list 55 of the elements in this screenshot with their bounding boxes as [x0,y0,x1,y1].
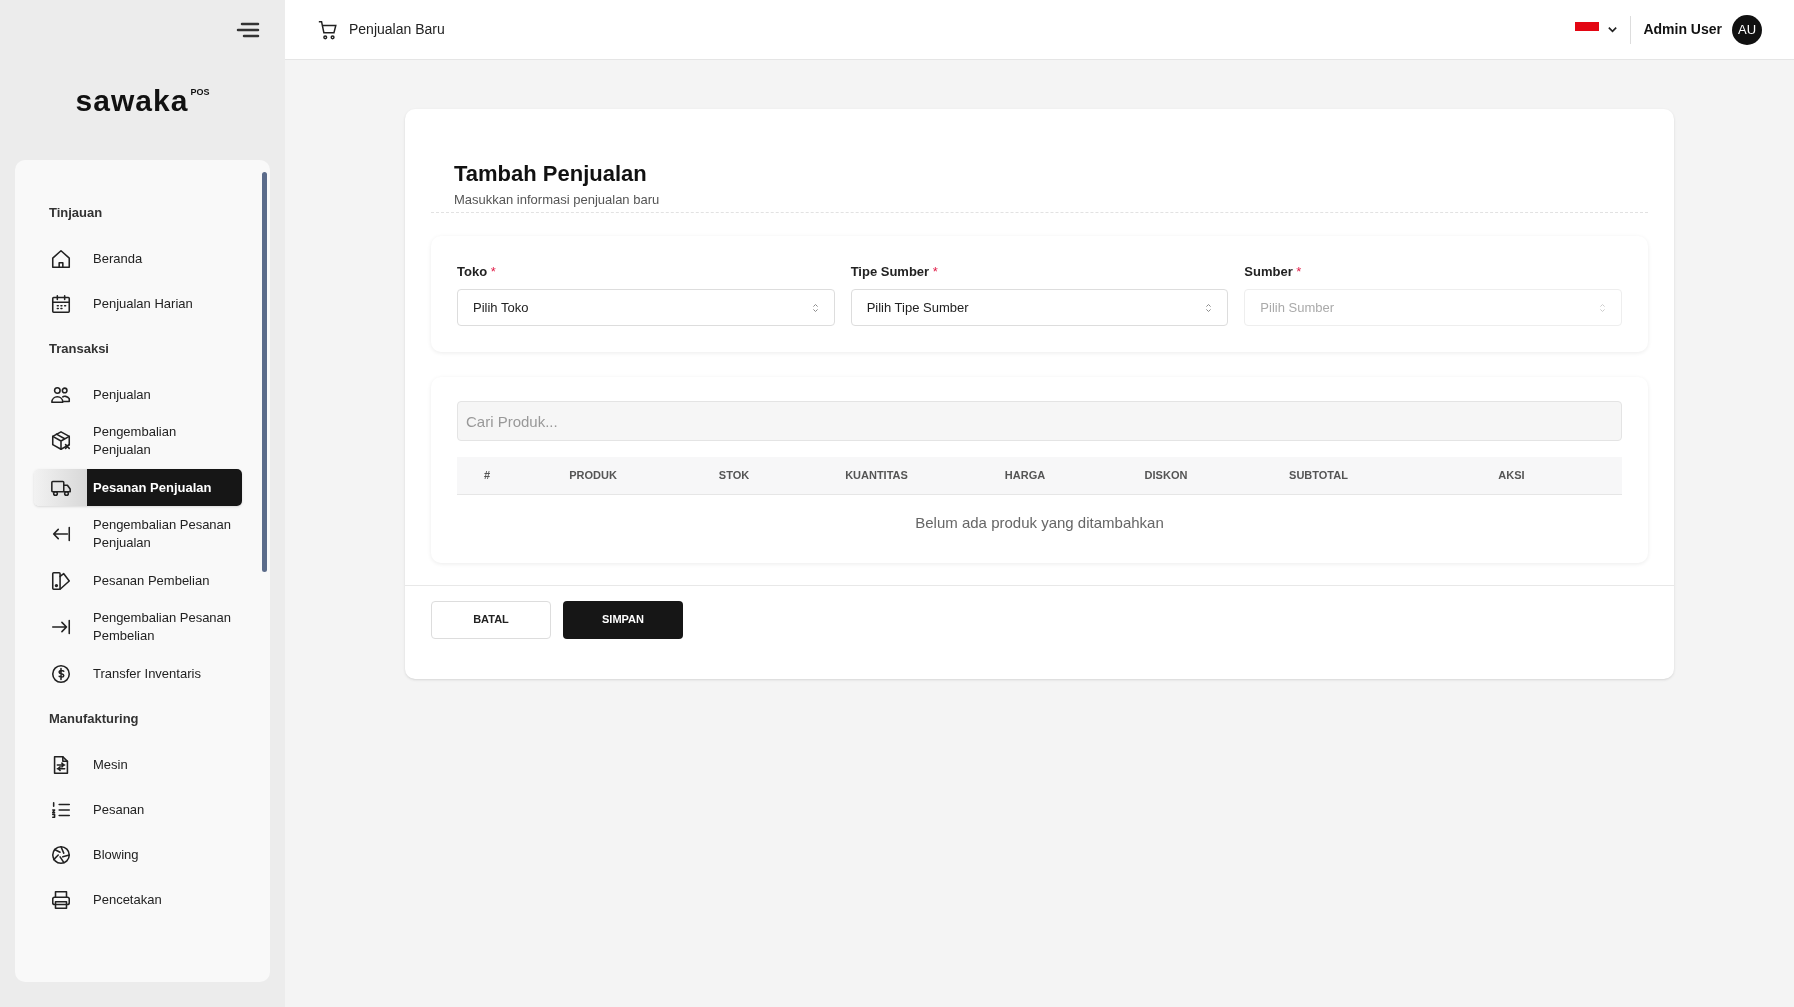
nav-item[interactable]: Pengembalian Pesanan Penjualan [34,510,242,558]
column-header: PRODUK [569,468,617,484]
column-header: SUBTOTAL [1289,468,1348,484]
column-header: # [483,468,491,484]
column-header: STOK [718,468,750,484]
brand-logo: sawaka [75,86,189,116]
nav-item[interactable]: Mesin [34,742,242,787]
cancel-button[interactable]: BATAL [431,600,551,639]
save-button[interactable]: SIMPAN [563,600,683,639]
scrollbar[interactable] [262,172,267,572]
nav-item[interactable]: Blowing [34,832,242,877]
box-x-icon [49,430,72,452]
field-label: Tipe Sumber * [850,262,939,281]
swatch-icon [49,569,72,592]
menu-toggle-icon[interactable] [236,20,260,40]
flag-icon [1575,21,1600,31]
nav-item[interactable]: Pencetakan [34,877,242,922]
nav-item[interactable]: Pesanan [34,787,242,832]
language-selector[interactable] [1575,15,1632,44]
calendar-icon [49,292,72,315]
form-title: Tambah Penjualan [454,160,648,188]
column-header: DISKON [1144,468,1188,484]
product-search-field[interactable]: Cari Produk... [457,401,1622,441]
section-heading: Tinjauan [48,204,104,223]
chevron-down-icon [1607,24,1619,35]
field-label: Toko * [457,262,497,281]
form-subtitle: Masukkan informasi penjualan baru [454,191,661,209]
chevron-up-down-icon [811,302,819,313]
column-header: AKSI [1498,468,1525,484]
home-icon [49,247,72,270]
section-heading: Transaksi [48,340,110,359]
nav-item[interactable]: Transfer Inventaris [34,651,242,696]
aperture-icon [49,843,72,866]
user-name[interactable]: Admin User [1643,19,1722,40]
nav-item[interactable]: Penjualan Harian [34,281,242,326]
page-title: Penjualan Baru [349,20,445,39]
empty-message: Belum ada produk yang ditambahkan [914,513,1165,533]
nav-item[interactable]: Pengembalian Pesanan Pembelian [34,603,242,651]
dollar-circle-icon [49,662,72,685]
field-label: Sumber * [1244,262,1303,281]
nav-item[interactable]: Pengembalian Penjualan [34,417,242,465]
brand-superscript: POS [190,86,210,99]
chevron-up-down-icon [1205,302,1213,313]
chevron-up-down-icon [1599,302,1606,313]
column-header: HARGA [1004,468,1046,484]
section-heading: Manufakturing [48,710,140,729]
printer-icon [49,888,72,911]
select-field[interactable]: Pilih Toko [457,289,835,326]
cart-icon [317,18,339,41]
nav-item[interactable]: Pesanan Pembelian [34,558,242,603]
user-avatar[interactable]: AU [1732,14,1762,45]
nav-item[interactable]: Penjualan [34,372,242,417]
nav-item[interactable]: Beranda [34,236,242,281]
select-field[interactable]: Pilih Tipe Sumber [850,289,1229,326]
column-header: KUANTITAS [845,468,908,484]
